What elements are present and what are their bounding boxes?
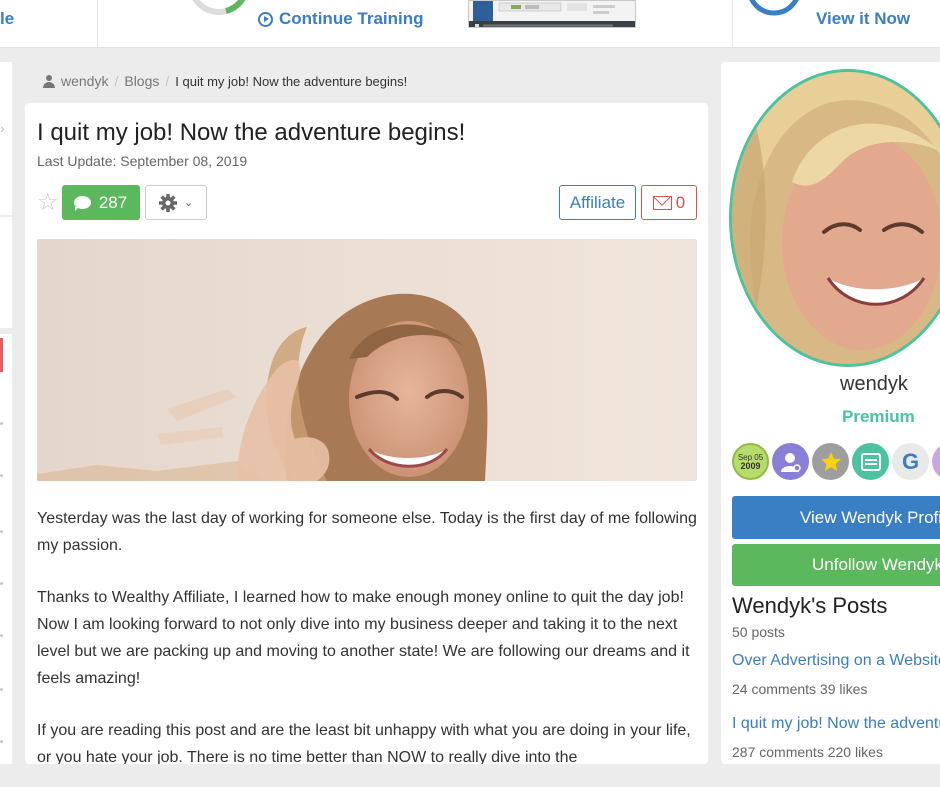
star-badge-icon[interactable] [812, 443, 849, 480]
play-circle-icon [258, 11, 273, 27]
author-post-link[interactable]: I quit my job! Now the adventure begins! [732, 715, 940, 733]
left-panel-dot [0, 740, 3, 743]
author-post-meta: 24 comments 39 likes [732, 681, 868, 697]
user-ambassador-icon[interactable] [772, 443, 809, 480]
author-sidebar: wendyk Premium Sep 05 2009 G View Wendyk… [721, 62, 940, 764]
post-hero-image [37, 239, 697, 481]
post-paragraph: Yesterday was the last day of working fo… [37, 510, 697, 554]
chevron-right-icon[interactable]: › [0, 120, 5, 136]
view-it-now-link[interactable]: View it Now [816, 9, 910, 29]
google-badge-icon[interactable]: G [892, 443, 929, 480]
breadcrumb-current: I quit my job! Now the adventure begins! [175, 73, 408, 89]
author-post-link[interactable]: Over Advertising on a Website [732, 652, 940, 670]
left-panel-dot [0, 688, 3, 691]
breadcrumb-user-link[interactable]: wendyk [61, 73, 108, 89]
post-last-update: Last Update: September 08, 2019 [37, 153, 248, 169]
left-panel-red-edge [0, 338, 3, 372]
membership-badge: Premium [842, 407, 915, 426]
left-panel-divider [0, 328, 12, 334]
message-button[interactable]: 0 [641, 185, 697, 220]
breadcrumb-blogs-link[interactable]: Blogs [124, 73, 159, 89]
gear-icon [158, 193, 177, 212]
author-name[interactable]: wendyk [840, 373, 908, 396]
left-panel-dot [0, 634, 3, 637]
achievement-badges: Sep 05 2009 G [732, 443, 940, 480]
author-avatar[interactable] [729, 69, 940, 367]
badge-g-letter: G [901, 448, 920, 474]
left-panel-dot [0, 582, 3, 585]
comments-count: 287 [98, 192, 128, 212]
post-card: I quit my job! Now the adventure begins!… [25, 103, 708, 766]
left-panel-dot [0, 530, 3, 533]
continue-training-link[interactable]: Continue Training [258, 9, 424, 29]
author-posts-count: 50 posts [732, 624, 785, 640]
banner-divider [97, 0, 98, 48]
breadcrumb: wendyk / Blogs / I quit my job! Now the … [43, 73, 407, 89]
breadcrumb-separator: / [165, 73, 170, 89]
post-actions: ☆ 287 ⌄ [37, 185, 207, 220]
envelope-icon [652, 195, 672, 210]
post-body: Yesterday was the last day of working fo… [37, 505, 701, 787]
clock-icon [749, 0, 799, 16]
left-panel-dot [0, 474, 3, 477]
settings-dropdown-button[interactable]: ⌄ [144, 185, 207, 220]
author-post-meta: 287 comments 220 likes [732, 744, 883, 760]
certificate-badge-icon[interactable] [852, 443, 889, 480]
member-since-badge[interactable]: Sep 05 2009 [732, 443, 769, 480]
post-paragraph: Thanks to Wealthy Affiliate, I learned h… [37, 589, 690, 687]
unfollow-button[interactable]: Unfollow Wendyk [732, 544, 940, 586]
star-icon[interactable]: ☆ [37, 190, 59, 215]
message-count: 0 [675, 192, 686, 212]
badge-date-year: 2009 [740, 460, 761, 471]
post-title: I quit my job! Now the adventure begins! [37, 119, 466, 146]
page-bottom-strip [0, 764, 940, 787]
comments-button[interactable]: 287 [61, 185, 140, 220]
breadcrumb-separator: / [114, 73, 119, 89]
post-paragraph: If you are reading this post and are the… [37, 722, 691, 766]
progress-gauge-icon [192, 0, 246, 15]
banner-left-link[interactable]: le [0, 9, 14, 29]
author-posts-heading: Wendyk's Posts [732, 593, 888, 618]
comment-bubble-icon [73, 196, 91, 211]
view-profile-button[interactable]: View Wendyk Profile [732, 496, 940, 539]
chevron-down-icon: ⌄ [183, 197, 194, 209]
user-icon [43, 74, 55, 88]
left-panel: › [0, 62, 12, 764]
left-panel-divider [0, 215, 12, 217]
top-banner: le Continue Training View it Now [0, 0, 940, 48]
extra-badge-icon[interactable] [932, 443, 940, 480]
banner-divider [732, 0, 733, 48]
affiliate-button[interactable]: Affiliate [559, 185, 636, 220]
training-video-thumbnail[interactable] [468, 0, 636, 28]
left-panel-dot [0, 422, 3, 425]
continue-training-label: Continue Training [279, 9, 424, 28]
